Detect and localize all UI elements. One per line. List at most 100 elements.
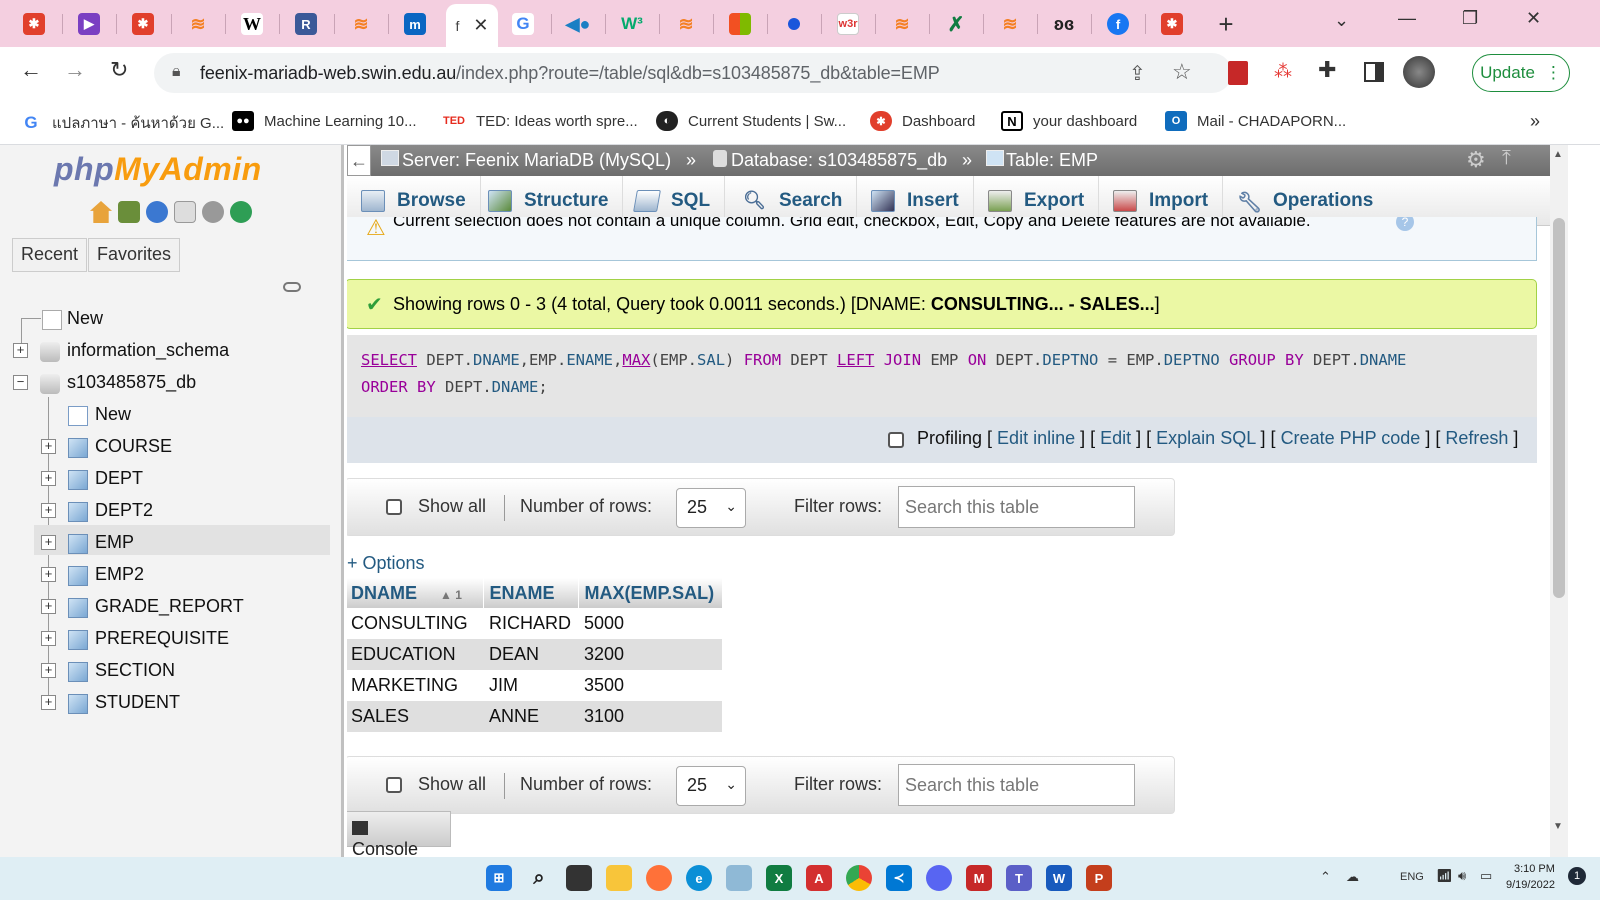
restore-icon[interactable]: ❐ bbox=[1462, 8, 1478, 29]
reload-navigation-icon[interactable] bbox=[230, 201, 252, 223]
breadcrumb-table[interactable]: Table: EMP bbox=[1006, 150, 1098, 171]
tab-r[interactable]: R bbox=[280, 6, 332, 42]
breadcrumb-database[interactable]: Database: s103485875_db bbox=[731, 150, 947, 171]
page-scrollbar[interactable]: ▲ ▼ bbox=[1550, 145, 1568, 857]
search-icon[interactable]: ⌕ bbox=[526, 865, 552, 891]
avatar[interactable] bbox=[1403, 56, 1435, 88]
tab-butterfly[interactable]: ʚɞ bbox=[1038, 6, 1090, 42]
refresh-link[interactable]: Refresh bbox=[1445, 428, 1508, 448]
tab-dot[interactable] bbox=[768, 6, 820, 42]
explain-sql-link[interactable]: Explain SQL bbox=[1156, 428, 1255, 448]
word-icon[interactable]: W bbox=[1046, 865, 1072, 891]
rows-per-page-select[interactable]: 25 ⌄ bbox=[676, 766, 746, 806]
settings-gear-icon[interactable]: ⚙ bbox=[1466, 147, 1486, 173]
tab-canvas-2[interactable]: ✱ bbox=[117, 6, 169, 42]
docs-icon[interactable] bbox=[174, 201, 196, 223]
expand-icon[interactable]: + bbox=[13, 343, 28, 358]
extension-dots-icon[interactable]: ⁂ bbox=[1274, 61, 1292, 82]
notification-badge[interactable]: 1 bbox=[1568, 867, 1586, 885]
reload-icon[interactable]: ↻ bbox=[110, 57, 128, 83]
tab-w3r[interactable]: w3r bbox=[822, 6, 874, 42]
settings-gear-icon[interactable] bbox=[202, 201, 224, 223]
update-button[interactable]: Update ⋮ bbox=[1472, 54, 1570, 92]
collapse-nav-icon[interactable]: ← bbox=[347, 145, 371, 176]
edit-link[interactable]: Edit bbox=[1100, 428, 1131, 448]
scroll-down-icon[interactable]: ▼ bbox=[1553, 821, 1563, 832]
tab-canvas-3[interactable]: ✱ bbox=[1146, 6, 1198, 42]
teams-icon[interactable]: T bbox=[1006, 865, 1032, 891]
tab-microsoft[interactable] bbox=[714, 6, 766, 42]
favorites-tab[interactable]: Favorites bbox=[88, 238, 181, 272]
recent-tab[interactable]: Recent bbox=[12, 238, 88, 272]
tab-m[interactable]: m bbox=[389, 6, 441, 42]
bookmark-item[interactable]: ✱ Dashboard bbox=[870, 111, 975, 131]
console-button[interactable]: Console bbox=[347, 811, 451, 857]
firefox-icon[interactable] bbox=[646, 865, 672, 891]
chrome-icon[interactable] bbox=[846, 865, 872, 891]
tree-table-emp2[interactable]: EMP2 bbox=[95, 564, 144, 585]
tab-w3[interactable]: W³ bbox=[606, 6, 658, 42]
minimize-icon[interactable]: — bbox=[1398, 8, 1416, 29]
scroll-thumb[interactable] bbox=[1553, 218, 1565, 598]
excel-icon[interactable]: X bbox=[766, 865, 792, 891]
input-language[interactable]: ENG bbox=[1400, 871, 1424, 883]
filter-rows-input[interactable]: Search this table bbox=[898, 486, 1135, 528]
tab-stackoverflow[interactable]: ≋ bbox=[172, 6, 224, 42]
tree-table-prerequisite[interactable]: PREREQUISITE bbox=[95, 628, 229, 649]
close-window-icon[interactable]: ✕ bbox=[1526, 8, 1541, 29]
link-with-main-icon[interactable] bbox=[283, 282, 301, 292]
wifi-icon[interactable]: 📶︎ bbox=[1436, 868, 1453, 884]
scroll-up-icon[interactable]: ▲ bbox=[1553, 149, 1563, 160]
tab-stackoverflow-2[interactable]: ≋ bbox=[335, 6, 387, 42]
tree-db-information-schema[interactable]: information_schema bbox=[67, 340, 229, 361]
expand-icon[interactable]: + bbox=[41, 599, 56, 614]
expand-icon[interactable]: + bbox=[41, 567, 56, 582]
vscode-icon[interactable]: ≺ bbox=[886, 865, 912, 891]
expand-icon[interactable]: + bbox=[41, 503, 56, 518]
collapse-top-icon[interactable]: ⤒ bbox=[1502, 147, 1511, 170]
column-header-ename[interactable]: ENAME bbox=[483, 578, 579, 608]
collapse-icon[interactable]: − bbox=[13, 375, 28, 390]
powerpoint-icon[interactable]: P bbox=[1086, 865, 1112, 891]
tree-db-s103485875[interactable]: s103485875_db bbox=[67, 372, 196, 393]
discord-icon[interactable] bbox=[926, 865, 952, 891]
tree-table-emp[interactable]: EMP bbox=[95, 532, 134, 553]
back-icon[interactable]: ← bbox=[20, 57, 42, 83]
expand-icon[interactable]: + bbox=[41, 631, 56, 646]
tray-chevron-icon[interactable]: ⌃ bbox=[1320, 869, 1331, 885]
filter-rows-input[interactable]: Search this table bbox=[898, 764, 1135, 806]
tab-wikipedia[interactable]: W bbox=[226, 6, 278, 42]
bookmark-item[interactable]: Nyour dashboard bbox=[1001, 111, 1137, 131]
expand-icon[interactable]: + bbox=[41, 695, 56, 710]
options-toggle[interactable]: + Options bbox=[347, 553, 425, 574]
extensions-puzzle-icon[interactable]: ✚ bbox=[1318, 57, 1336, 83]
edge-icon[interactable]: e bbox=[686, 865, 712, 891]
edit-inline-link[interactable]: Edit inline bbox=[997, 428, 1075, 448]
share-icon[interactable]: ⇪ bbox=[1129, 61, 1146, 86]
tree-table-section[interactable]: SECTION bbox=[95, 660, 175, 681]
bookmark-item[interactable]: ◐ Current Students | Sw... bbox=[656, 111, 846, 131]
tab-google[interactable]: G bbox=[497, 6, 549, 42]
tab-search-icon[interactable]: ⌄ bbox=[1334, 10, 1349, 31]
tab-stackoverflow-5[interactable]: ≋ bbox=[984, 6, 1036, 42]
new-tab-button[interactable]: + bbox=[1200, 6, 1252, 42]
mcafee-icon[interactable]: M bbox=[966, 865, 992, 891]
close-tab-icon[interactable]: ✕ bbox=[473, 15, 488, 36]
tab-x[interactable]: ✗ bbox=[930, 6, 982, 42]
help-icon[interactable]: ? bbox=[1396, 217, 1414, 231]
profiling-checkbox[interactable] bbox=[888, 432, 904, 448]
tab-stackoverflow-4[interactable]: ≋ bbox=[876, 6, 928, 42]
tab-canvas[interactable]: ✱ bbox=[8, 6, 60, 42]
bookmark-star-icon[interactable]: ☆ bbox=[1172, 59, 1192, 85]
system-clock[interactable]: 3:10 PM 9/19/2022 bbox=[1506, 861, 1555, 893]
tab-video[interactable]: ▶ bbox=[63, 6, 115, 42]
tree-table-dept2[interactable]: DEPT2 bbox=[95, 500, 153, 521]
battery-icon[interactable]: ▭ bbox=[1480, 868, 1492, 884]
tree-table-grade-report[interactable]: GRADE_REPORT bbox=[95, 596, 244, 617]
task-view-icon[interactable] bbox=[566, 865, 592, 891]
bookmarks-overflow-icon[interactable]: » bbox=[1530, 111, 1540, 132]
extension-book-icon[interactable] bbox=[1228, 61, 1248, 85]
volume-icon[interactable]: 🔊︎ bbox=[1458, 868, 1466, 884]
bookmark-item[interactable]: O Mail - CHADAPORN... bbox=[1165, 111, 1346, 131]
create-php-code-link[interactable]: Create PHP code bbox=[1281, 428, 1421, 448]
